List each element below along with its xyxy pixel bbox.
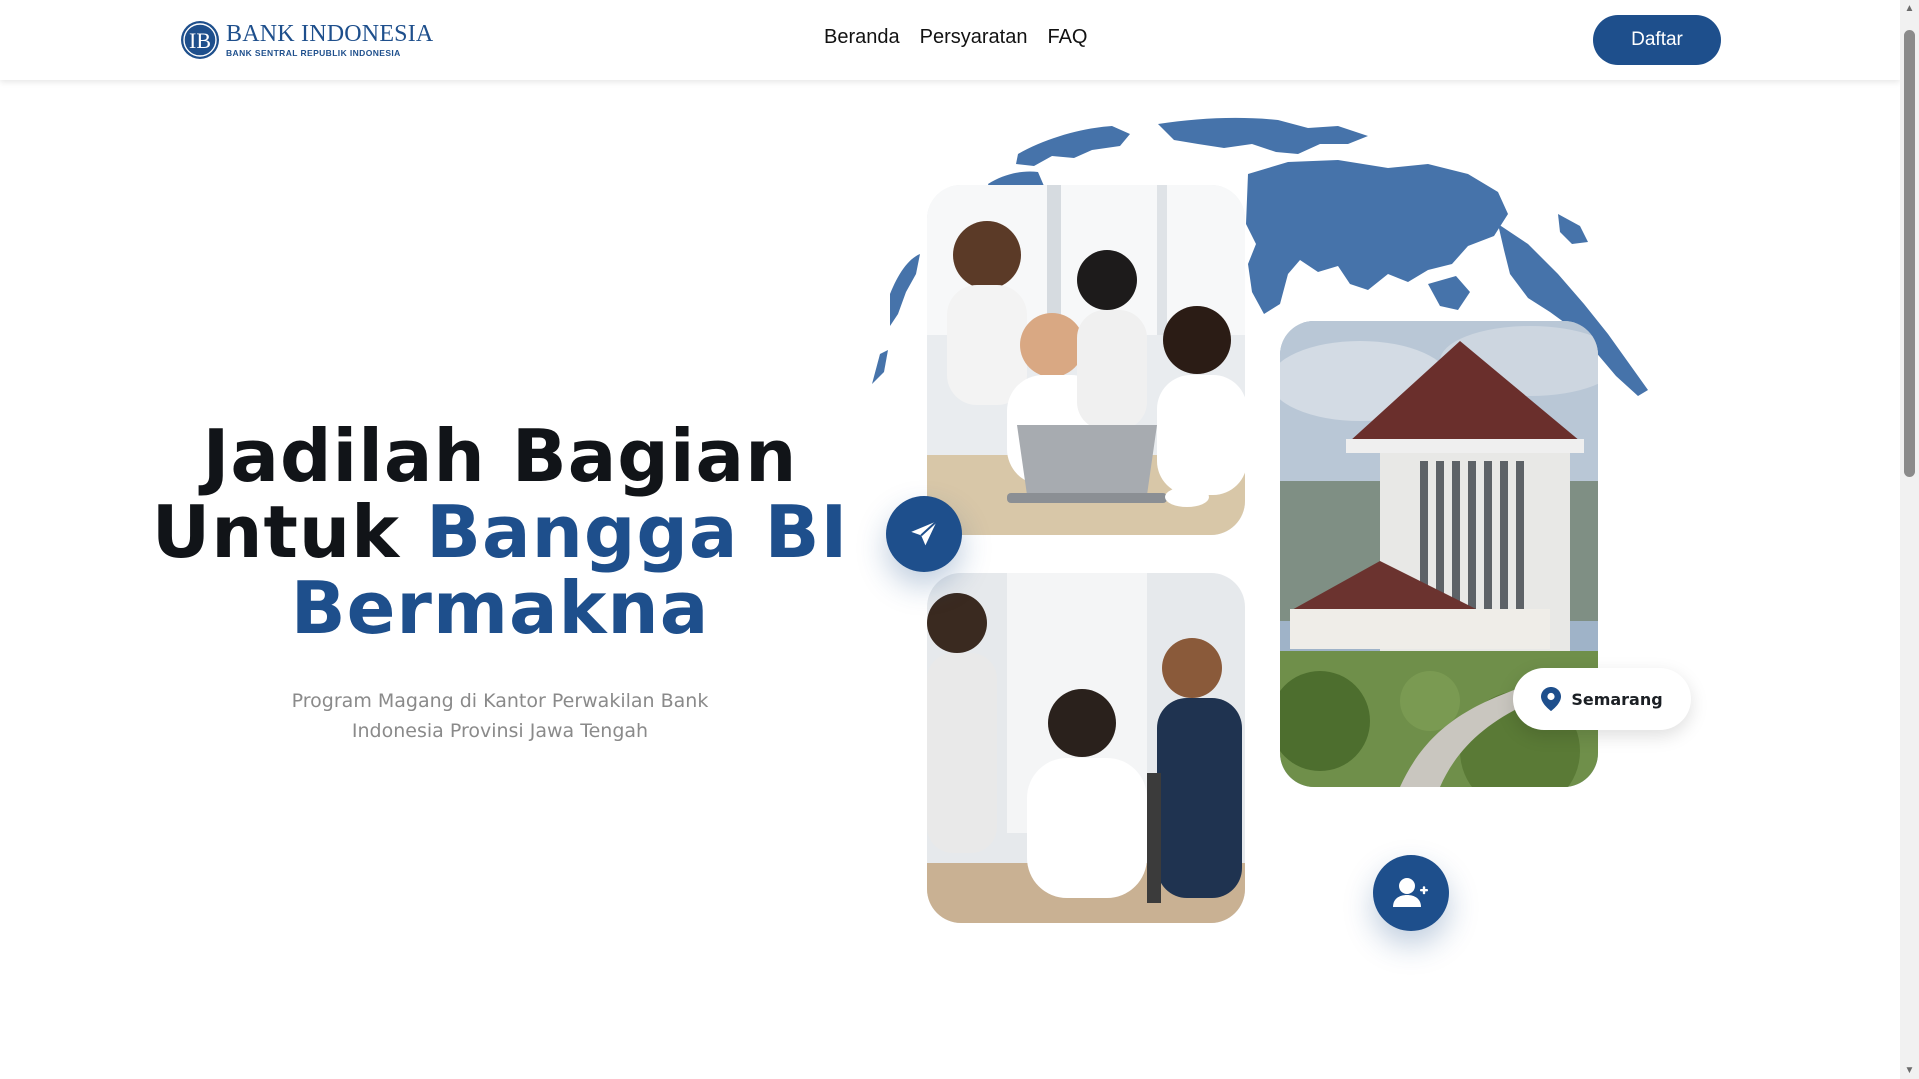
logo-title: BANK INDONESIA	[226, 21, 434, 48]
location-label: Semarang	[1571, 689, 1663, 709]
scroll-down-arrow-icon[interactable]: ▼	[1900, 1062, 1919, 1079]
logo-subtitle: BANK SENTRAL REPUBLIK INDONESIA	[226, 48, 401, 59]
site-header: IB BANK INDONESIA BANK SENTRAL REPUBLIK …	[0, 0, 1900, 80]
nav-link-persyaratan[interactable]: Persyaratan	[920, 26, 1028, 49]
hero-title: Jadilah Bagian Untuk Bangga BI Bermakna	[150, 418, 850, 646]
hero-text-block: Jadilah Bagian Untuk Bangga BI Bermakna …	[150, 418, 850, 746]
user-plus-icon	[1393, 878, 1428, 907]
svg-text:IB: IB	[189, 28, 211, 53]
bank-indonesia-logo-icon: IB	[181, 21, 219, 59]
send-button[interactable]	[886, 496, 962, 572]
hero-subtitle: Program Magang di Kantor Perwakilan Bank…	[291, 690, 709, 742]
celebrating-team-photo	[927, 573, 1245, 923]
hero-title-line-2-prefix: Untuk	[151, 490, 427, 574]
logo-text: BANK INDONESIA BANK SENTRAL REPUBLIK IND…	[226, 22, 433, 58]
nav-link-faq[interactable]: FAQ	[1047, 26, 1087, 49]
nav-link-beranda[interactable]: Beranda	[824, 26, 900, 49]
main-nav: Beranda Persyaratan FAQ	[824, 26, 1087, 49]
team-laptop-photo	[927, 185, 1245, 535]
add-user-button[interactable]	[1373, 855, 1449, 931]
scroll-thumb[interactable]	[1904, 30, 1915, 477]
paper-plane-icon	[911, 520, 938, 546]
location-badge: Semarang	[1513, 668, 1691, 730]
map-pin-icon	[1541, 687, 1562, 711]
hero-title-line-1: Jadilah Bagian	[202, 414, 798, 498]
page-scrollbar[interactable]: ▲ ▼	[1900, 0, 1919, 1079]
daftar-button[interactable]: Daftar	[1593, 15, 1721, 65]
bank-indonesia-logo[interactable]: IB BANK INDONESIA BANK SENTRAL REPUBLIK …	[180, 18, 433, 62]
hero-title-line-2-accent: Bangga BI	[426, 490, 849, 574]
scroll-up-arrow-icon[interactable]: ▲	[1900, 0, 1919, 17]
hero-title-line-3-accent: Bermakna	[290, 566, 710, 650]
